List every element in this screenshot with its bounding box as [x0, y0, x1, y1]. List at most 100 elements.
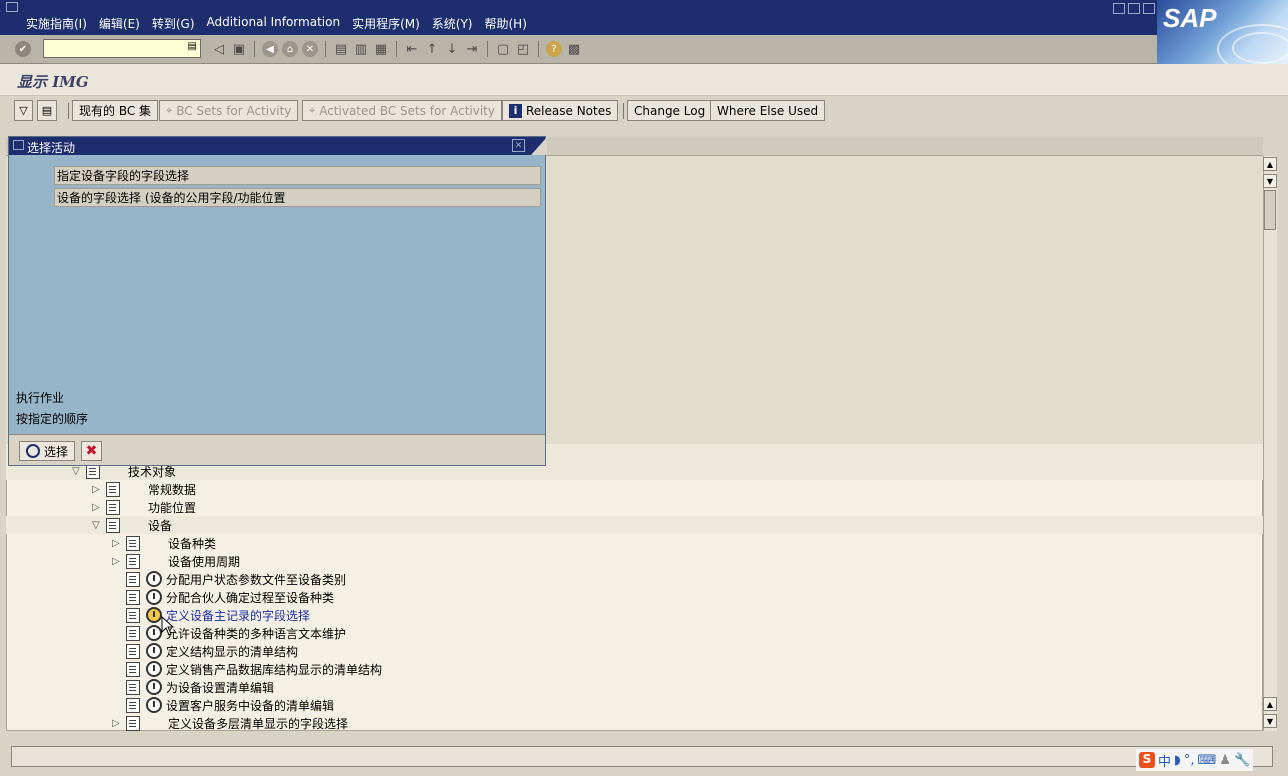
exit-icon[interactable]: ⌂ — [281, 40, 299, 58]
find-icon[interactable]: ▥ — [352, 40, 370, 58]
tree-node-label[interactable]: 设备 — [148, 517, 172, 534]
moon-icon[interactable]: ◗ — [1174, 753, 1181, 768]
vertical-scrollbar[interactable] — [1263, 156, 1277, 731]
document-icon[interactable] — [126, 607, 140, 623]
maximize-icon[interactable] — [1128, 3, 1140, 14]
shortcut-icon[interactable]: ◰ — [514, 40, 532, 58]
document-icon[interactable] — [126, 553, 140, 569]
user-icon[interactable]: ♟ — [1219, 753, 1231, 768]
tree-activity-label[interactable]: 设置客户服务中设备的清单编辑 — [166, 697, 334, 714]
close-window-icon[interactable] — [1143, 3, 1155, 14]
existing-bc-sets-button[interactable]: 现有的 BC 集 — [72, 100, 159, 121]
menu-utilities[interactable]: 实用程序(M) — [346, 15, 426, 32]
structure-button[interactable]: ▤ — [37, 100, 57, 121]
minimize-icon[interactable] — [1113, 3, 1125, 14]
document-icon[interactable] — [126, 589, 140, 605]
scroll-page-down-icon[interactable]: ▼ — [1263, 714, 1277, 728]
system-menu-icon[interactable] — [6, 2, 18, 12]
release-notes-button[interactable]: i Release Notes — [502, 100, 619, 121]
expand-icon[interactable]: ▷ — [112, 538, 126, 549]
tree-activity[interactable]: 定义结构显示的清单结构 — [126, 642, 298, 660]
execute-clock-icon[interactable] — [146, 643, 162, 659]
document-icon[interactable] — [126, 661, 140, 677]
punctuation-icon[interactable]: °, — [1184, 753, 1195, 768]
tree-node[interactable]: ▷ 功能位置 — [92, 498, 196, 516]
tree-activity[interactable]: 分配合伙人确定过程至设备种类 — [126, 588, 334, 606]
execute-clock-icon[interactable] — [146, 697, 162, 713]
enter-check-icon[interactable]: ✔ — [14, 40, 32, 58]
previous-page-icon[interactable]: ↑ — [423, 40, 441, 58]
menu-help[interactable]: 帮助(H) — [478, 15, 532, 32]
menu-implementation-guide[interactable]: 实施指南(I) — [20, 15, 93, 32]
tree-activity-label[interactable]: 定义结构显示的清单结构 — [166, 643, 298, 660]
create-session-icon[interactable]: ▢ — [494, 40, 512, 58]
scroll-up-icon[interactable]: ▲ — [1263, 157, 1277, 171]
last-page-icon[interactable]: ⇥ — [463, 40, 481, 58]
scroll-page-up-icon[interactable]: ▲ — [1263, 697, 1277, 711]
expand-icon[interactable]: ▷ — [112, 718, 126, 729]
select-button[interactable]: 选择 — [19, 441, 76, 461]
tree-activity-label[interactable]: 分配合伙人确定过程至设备种类 — [166, 589, 334, 606]
execute-clock-icon[interactable] — [146, 679, 162, 695]
menu-additional-information[interactable]: Additional Information — [201, 15, 347, 32]
activity-option[interactable]: 指定设备字段的字段选择 — [54, 166, 541, 185]
document-icon[interactable] — [126, 643, 140, 659]
tree-node-label[interactable]: 设备使用周期 — [168, 553, 240, 570]
document-icon[interactable] — [126, 697, 140, 713]
tree-activity-label[interactable]: 定义销售产品数据库结构显示的清单结构 — [166, 661, 382, 678]
bc-sets-for-activity-button[interactable]: ⌖ BC Sets for Activity — [159, 100, 299, 121]
print-icon[interactable]: ▤ — [332, 40, 350, 58]
layout-menu-icon[interactable]: ▩ — [565, 40, 583, 58]
cancel-icon[interactable]: ✕ — [301, 40, 319, 58]
document-icon[interactable] — [126, 625, 140, 641]
back-icon[interactable]: ◀ — [261, 40, 279, 58]
expand-icon[interactable]: ▷ — [92, 502, 106, 513]
tree-activity[interactable]: 设置客户服务中设备的清单编辑 — [126, 696, 334, 714]
document-icon[interactable] — [106, 499, 120, 515]
tree-activity-label[interactable]: 允许设备种类的多种语言文本维护 — [166, 625, 346, 642]
tree-node[interactable]: ▷ 设备使用周期 — [112, 552, 240, 570]
activated-bc-sets-button[interactable]: ⌖ Activated BC Sets for Activity — [302, 100, 502, 121]
tree-activity[interactable]: 为设备设置清单编辑 — [126, 678, 274, 696]
tree-node[interactable]: ▷ 定义设备多层清单显示的字段选择 — [112, 714, 348, 732]
tree-activity-label[interactable]: 定义设备主记录的字段选择 — [166, 607, 310, 624]
tree-activity-label[interactable]: 分配用户状态参数文件至设备类别 — [166, 571, 346, 588]
menu-system[interactable]: 系统(Y) — [426, 15, 479, 32]
document-icon[interactable] — [126, 715, 140, 731]
expand-icon[interactable]: ▷ — [112, 556, 126, 567]
close-icon[interactable]: ✕ — [512, 139, 525, 152]
menu-goto[interactable]: 转到(G) — [146, 15, 201, 32]
first-page-icon[interactable]: ⇤ — [403, 40, 421, 58]
where-else-used-button[interactable]: Where Else Used — [710, 100, 826, 121]
wrench-icon[interactable]: 🔧 — [1234, 753, 1250, 768]
tree-node-label[interactable]: 设备种类 — [168, 535, 216, 552]
tree-activity-selected[interactable]: 定义设备主记录的字段选择 — [126, 606, 310, 624]
tree-node[interactable]: ▷ 设备种类 — [112, 534, 216, 552]
save-icon[interactable]: ▣ — [230, 40, 248, 58]
execute-clock-icon[interactable] — [146, 589, 162, 605]
command-field[interactable]: ▤ — [43, 39, 201, 58]
execute-clock-icon[interactable] — [146, 571, 162, 587]
command-history-icon[interactable]: ▤ — [188, 41, 197, 52]
document-icon[interactable] — [106, 517, 120, 533]
tree-activity[interactable]: 分配用户状态参数文件至设备类别 — [126, 570, 346, 588]
keyboard-icon[interactable]: ⌨ — [1198, 753, 1217, 768]
document-icon[interactable] — [126, 571, 140, 587]
tree-node[interactable]: ▽ 设备 — [92, 516, 172, 534]
help-icon[interactable]: ? — [545, 40, 563, 58]
tree-activity[interactable]: 允许设备种类的多种语言文本维护 — [126, 624, 346, 642]
change-log-button[interactable]: Change Log — [627, 100, 713, 121]
tree-node-label[interactable]: 功能位置 — [148, 499, 196, 516]
document-icon[interactable] — [126, 535, 140, 551]
find-next-icon[interactable]: ▦ — [372, 40, 390, 58]
tree-node-label[interactable]: 定义设备多层清单显示的字段选择 — [168, 715, 348, 732]
collapse-icon[interactable]: ▽ — [92, 520, 106, 531]
execute-clock-icon[interactable] — [146, 625, 162, 641]
command-field-input[interactable] — [44, 40, 184, 57]
cancel-button[interactable]: ✖ — [81, 441, 102, 461]
execute-clock-icon[interactable] — [146, 607, 162, 623]
document-icon[interactable] — [106, 481, 120, 497]
tree-activity-label[interactable]: 为设备设置清单编辑 — [166, 679, 274, 696]
scroll-down-icon[interactable]: ▼ — [1263, 174, 1277, 188]
tree-node[interactable]: ▷ 常规数据 — [92, 480, 196, 498]
